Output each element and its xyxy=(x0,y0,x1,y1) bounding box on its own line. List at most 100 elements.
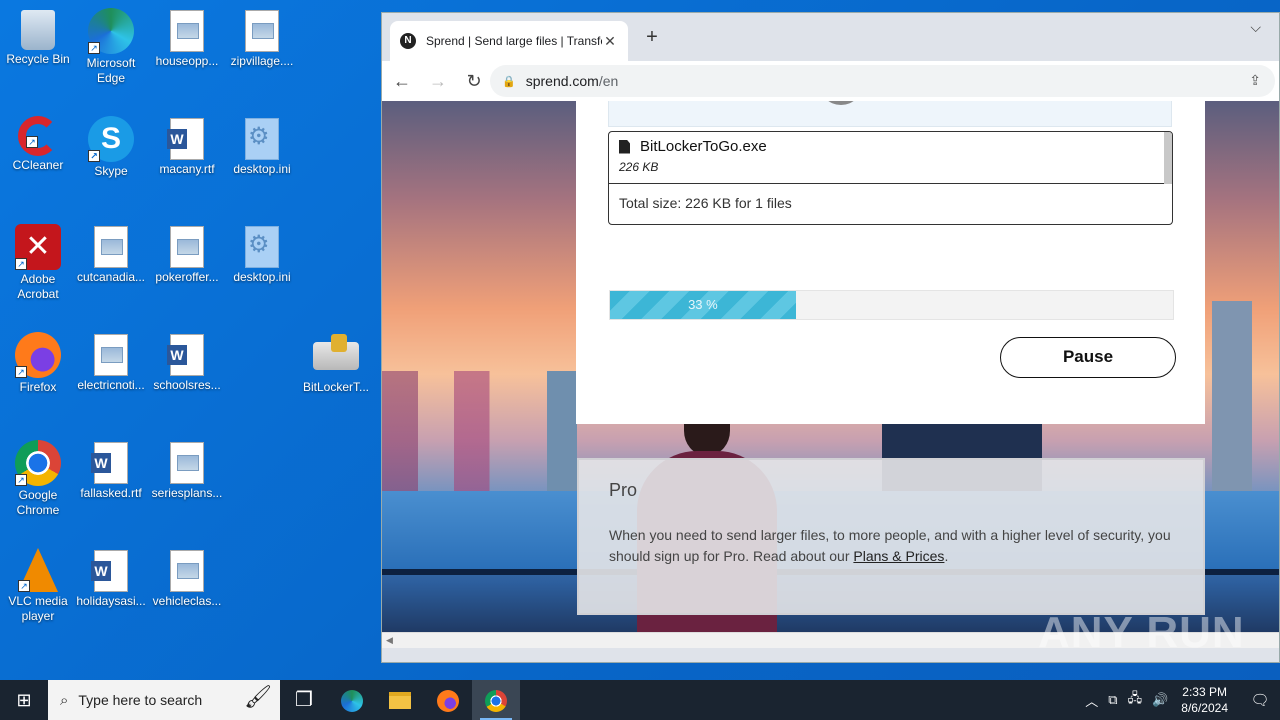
desktop-icon-bitlocker[interactable]: BitLockerT... xyxy=(298,332,374,395)
desktop-icon-chrome[interactable]: ↗ Google Chrome xyxy=(0,440,76,518)
edge-icon: ↗ xyxy=(88,8,134,54)
desktop-icon-label: desktop.ini xyxy=(233,162,291,176)
vlc-cone-icon: ↗ xyxy=(18,548,58,592)
forward-arrow-icon[interactable]: → xyxy=(422,65,454,97)
padlock-icon xyxy=(331,334,347,352)
system-tray: ︿ ⧉ 🖧 🔊 2:33 PM 8/6/2024 🗨 xyxy=(1080,680,1280,720)
edge-taskbar-icon[interactable] xyxy=(328,680,376,720)
site-info-lock-icon[interactable]: 🔒 xyxy=(502,75,516,88)
desktop-icon-label: Google Chrome xyxy=(16,488,60,517)
tab-bar: N Sprend | Send large files | Transfer ✕… xyxy=(382,13,1279,61)
file-list: BitLockerToGo.exe 226 KB Total size: 226… xyxy=(608,131,1173,225)
notifications-icon[interactable]: 🗨 xyxy=(1240,691,1280,709)
desktop-icon-label: BitLockerT... xyxy=(302,380,370,394)
desktop-icon-acrobat[interactable]: ✕ ↗ Adobe Acrobat xyxy=(0,224,76,302)
desktop-icon-file[interactable]: zipvillage.... xyxy=(224,8,300,69)
image-file-icon xyxy=(94,334,128,376)
file-explorer-icon[interactable] xyxy=(376,680,424,720)
desktop-icon-ini-file[interactable]: desktop.ini xyxy=(224,116,300,177)
desktop-icon-file[interactable]: houseopp... xyxy=(149,8,225,69)
url-path: /en xyxy=(598,73,619,89)
firefox-taskbar-icon[interactable] xyxy=(424,680,472,720)
meet-now-icon[interactable]: ⧉ xyxy=(1108,692,1117,708)
plans-prices-link[interactable]: Plans & Prices xyxy=(853,548,944,564)
url-host: sprend.com xyxy=(525,73,599,89)
desktop-icon-file[interactable]: electricnoti... xyxy=(73,332,149,393)
image-file-icon xyxy=(94,226,128,268)
image-file-icon xyxy=(245,10,279,52)
desktop-icon-word-file[interactable]: W macany.rtf xyxy=(149,116,225,177)
desktop-icon-skype[interactable]: S ↗ Skype xyxy=(73,116,149,179)
pause-button[interactable]: Pause xyxy=(1000,337,1176,378)
total-size: Total size: 226 KB for 1 files xyxy=(619,195,792,211)
acrobat-icon: ✕ ↗ xyxy=(15,224,61,270)
desktop-icon-label: cutcanadia... xyxy=(76,270,146,284)
desktop-icon-label: vehicleclas... xyxy=(152,594,222,608)
image-file-icon xyxy=(170,550,204,592)
file-size: 226 KB xyxy=(619,160,659,174)
desktop-icon-label: Firefox xyxy=(19,380,57,394)
desktop-icon-recycle-bin[interactable]: Recycle Bin xyxy=(0,8,76,67)
reload-icon[interactable]: ↻ xyxy=(458,65,490,97)
desktop-icon-file[interactable]: pokeroffer... xyxy=(149,224,225,285)
tab-search-chevron-icon[interactable]: ⌵ xyxy=(1250,19,1261,36)
search-placeholder: Type here to search xyxy=(78,692,203,708)
desktop-icon-ini-file[interactable]: desktop.ini xyxy=(224,224,300,285)
network-icon[interactable]: 🖧 xyxy=(1128,689,1143,711)
desktop-icon-label: pokeroffer... xyxy=(155,270,219,284)
word-file-icon: W xyxy=(167,118,204,160)
desktop-icon-word-file[interactable]: W fallasked.rtf xyxy=(73,440,149,501)
browser-tab[interactable]: N Sprend | Send large files | Transfer ✕ xyxy=(390,21,628,61)
desktop-icon-label: schoolsres... xyxy=(153,378,221,392)
file-icon xyxy=(619,139,630,154)
paintbrushes-icon: 🖌 xyxy=(244,684,272,709)
close-tab-icon[interactable]: ✕ xyxy=(602,33,618,50)
desktop-icon-word-file[interactable]: W holidaysasi... xyxy=(73,548,149,609)
new-tab-plus-icon[interactable]: + xyxy=(640,25,664,49)
clock-time: 2:33 PM xyxy=(1182,685,1227,699)
upload-progress-header xyxy=(608,101,1172,127)
sprend-favicon-icon: N xyxy=(400,33,416,49)
desktop-icon-edge[interactable]: ↗ Microsoft Edge xyxy=(73,8,149,86)
word-file-icon: W xyxy=(91,550,128,592)
background-building xyxy=(1212,301,1252,491)
desktop-icon-file[interactable]: vehicleclas... xyxy=(149,548,225,609)
volume-icon[interactable]: 🔊 xyxy=(1152,692,1168,708)
list-item: BitLockerToGo.exe 226 KB xyxy=(609,132,1172,184)
desktop-icon-label: seriesplans... xyxy=(151,486,223,500)
desktop-icon-file[interactable]: seriesplans... xyxy=(149,440,225,501)
back-arrow-icon[interactable]: ← xyxy=(386,65,418,97)
progress-fill: 33 % xyxy=(610,291,796,319)
desktop-icon-file[interactable]: cutcanadia... xyxy=(73,224,149,285)
desktop-icon-label: Skype xyxy=(94,164,128,178)
desktop-icon-firefox[interactable]: ↗ Firefox xyxy=(0,332,76,395)
taskbar: ⊞ ⌕ Type here to search 🖌 ❐ ︿ ⧉ 🖧 🔊 2:33… xyxy=(0,680,1280,720)
windows-start-icon[interactable]: ⊞ xyxy=(0,680,48,720)
page-content: BitLockerToGo.exe 226 KB Total size: 226… xyxy=(382,101,1279,648)
address-bar[interactable]: 🔒 sprend.com/en ⇪ xyxy=(490,65,1275,97)
task-view-icon[interactable]: ❐ xyxy=(280,680,328,720)
desktop-icon-word-file[interactable]: W schoolsres... xyxy=(149,332,225,393)
browser-toolbar: ← → ↻ 🔒 sprend.com/en ⇪ xyxy=(382,61,1279,101)
settings-file-icon xyxy=(245,226,279,268)
tab-title: Sprend | Send large files | Transfer xyxy=(426,34,602,48)
settings-file-icon xyxy=(245,118,279,160)
firefox-icon: ↗ xyxy=(15,332,61,378)
desktop-icon-label: electricnoti... xyxy=(77,378,145,392)
chevron-up-icon[interactable]: ︿ xyxy=(1085,691,1098,710)
file-list-scrollbar[interactable] xyxy=(1164,132,1172,184)
desktop-icon-label: macany.rtf xyxy=(159,162,215,176)
desktop-icon-vlc[interactable]: ↗ VLC media player xyxy=(0,548,76,624)
taskbar-search-box[interactable]: ⌕ Type here to search 🖌 xyxy=(48,680,280,720)
image-file-icon xyxy=(170,226,204,268)
desktop-icon-label: Microsoft Edge xyxy=(86,56,136,85)
desktop-icon-label: houseopp... xyxy=(155,54,219,68)
desktop-icon-ccleaner[interactable]: ↗ CCleaner xyxy=(0,116,76,173)
scroll-left-arrow-icon[interactable]: ◀ xyxy=(386,635,393,646)
share-icon[interactable]: ⇪ xyxy=(1249,72,1261,89)
bitlocker-drive-icon xyxy=(313,334,359,370)
desktop-icon-label: Adobe Acrobat xyxy=(17,272,59,301)
search-icon: ⌕ xyxy=(60,691,69,709)
chrome-taskbar-icon[interactable] xyxy=(472,680,520,720)
clock[interactable]: 2:33 PM 8/6/2024 xyxy=(1181,684,1228,716)
